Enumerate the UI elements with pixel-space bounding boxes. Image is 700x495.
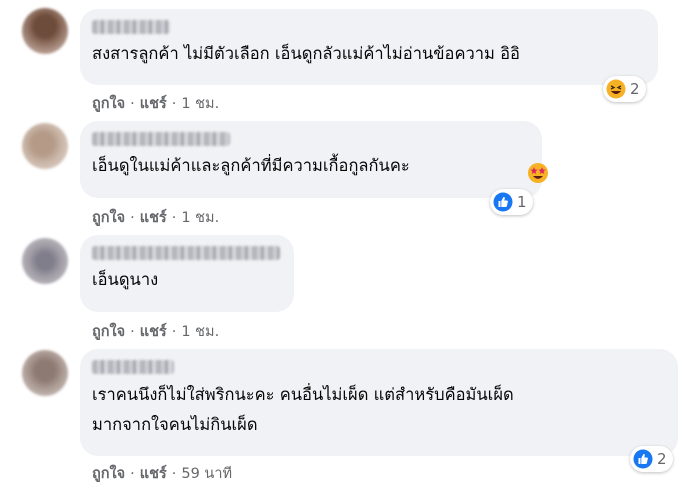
comment-text: สงสารลูกค้า ไม่มีตัวเลือก เอ็นดูกลัวแม่ค… [92,44,520,63]
separator-dot: · [171,466,177,482]
comment-actions: ถูกใจ · แชร์ · 59 นาที [92,462,232,485]
comment-time[interactable]: 1 ชม. [181,210,219,226]
comment-text-content: เอ็นดูในแม่ค้าและลูกค้าที่มีความเกื้อกูล… [92,156,410,175]
reaction-summary[interactable]: 1 [490,189,533,215]
reaction-summary[interactable]: 2 [603,76,646,102]
separator-dot: · [130,96,135,112]
comment-bubble: เราคนนึงก็ไม่ใส่พริกนะคะ คนอื่นไม่เผ็ด แ… [80,349,678,456]
like-link[interactable]: ถูกใจ [92,466,125,482]
like-icon [633,449,653,469]
comment-time[interactable]: 1 ชม. [181,324,219,340]
comment-text: เราคนนึงก็ไม่ใส่พริกนะคะ คนอื่นไม่เผ็ด แ… [92,380,664,440]
separator-dot: · [171,96,177,112]
comment-text-line: มากจากใจคนไม่กินเผ็ด [92,415,258,434]
reply-link[interactable]: แชร์ [140,324,167,340]
author-name-blurred[interactable] [92,246,280,260]
reaction-summary[interactable]: 2 [630,446,673,472]
separator-dot: · [171,210,177,226]
comment-actions: ถูกใจ · แชร์ · 1 ชม. [92,320,219,343]
avatar[interactable] [22,123,68,169]
comment-text: เอ็นดูในแม่ค้าและลูกค้าที่มีความเกื้อกูล… [92,152,528,180]
author-name-blurred[interactable] [92,360,174,374]
like-link[interactable]: ถูกใจ [92,96,125,112]
comment-bubble: สงสารลูกค้า ไม่มีตัวเลือก เอ็นดูกลัวแม่ค… [80,9,658,85]
comment-bubble: เอ็นดูนาง [80,235,294,312]
avatar[interactable] [22,350,68,396]
author-name-blurred[interactable] [92,132,230,146]
separator-dot: · [130,466,135,482]
reaction-count: 2 [657,450,667,468]
comment-time[interactable]: 59 นาที [181,466,232,482]
comment-actions: ถูกใจ · แชร์ · 1 ชม. [92,92,219,115]
avatar[interactable] [22,238,68,284]
reply-link[interactable]: แชร์ [140,96,167,112]
comment-time[interactable]: 1 ชม. [181,96,219,112]
comment-actions: ถูกใจ · แชร์ · 1 ชม. [92,206,219,229]
reply-link[interactable]: แชร์ [140,466,167,482]
like-link[interactable]: ถูกใจ [92,210,125,226]
haha-emoji-icon [606,79,626,99]
reaction-count: 1 [517,193,527,211]
separator-dot: · [130,324,135,340]
like-icon [493,192,513,212]
comment-text: เอ็นดูนาง [92,270,159,289]
author-name-blurred[interactable] [92,20,170,34]
reaction-count: 2 [630,80,640,98]
separator-dot: · [171,324,177,340]
separator-dot: · [130,210,135,226]
reply-link[interactable]: แชร์ [140,210,167,226]
comment-text-line: เราคนนึงก็ไม่ใส่พริกนะคะ คนอื่นไม่เผ็ด แ… [92,385,514,404]
comment-bubble: เอ็นดูในแม่ค้าและลูกค้าที่มีความเกื้อกูล… [80,121,542,198]
star-struck-emoji-icon [528,163,548,183]
avatar[interactable] [22,8,68,54]
like-link[interactable]: ถูกใจ [92,324,125,340]
